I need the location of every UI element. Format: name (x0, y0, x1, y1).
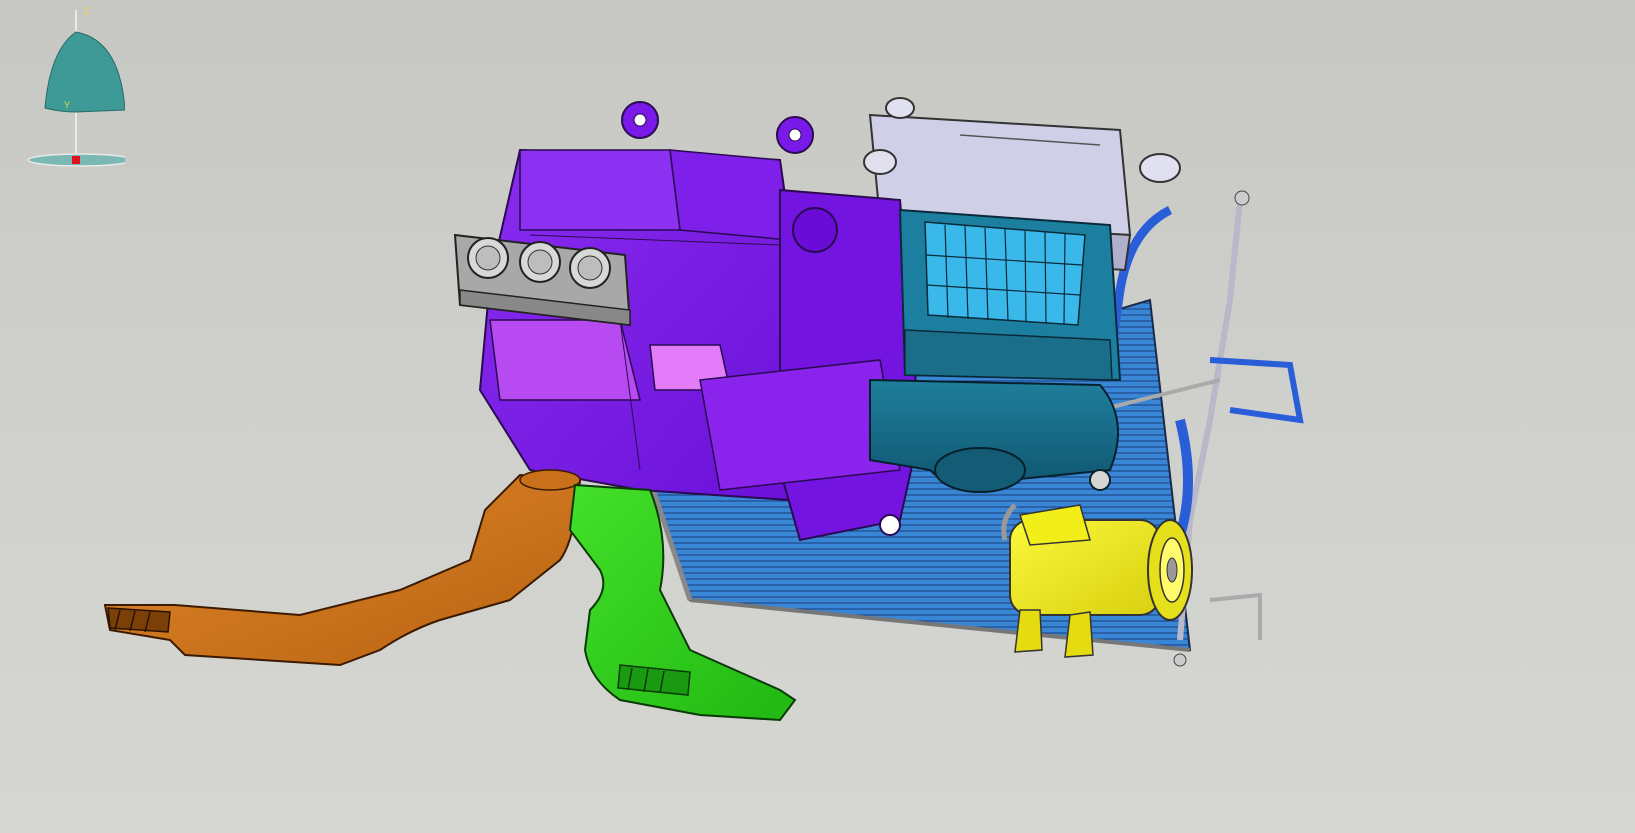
assembly-model[interactable] (0, 0, 1635, 833)
compass-dome-icon (44, 31, 125, 113)
defroster-duct-left[interactable] (103, 469, 582, 667)
orientation-compass[interactable]: Z Y (0, 0, 125, 180)
compass-origin-icon (72, 156, 80, 164)
z-axis-label: Z (84, 6, 90, 16)
evaporator-filter[interactable] (898, 208, 1122, 382)
3d-viewport[interactable]: Z Y (0, 0, 1635, 833)
y-axis-label: Y (64, 100, 70, 110)
